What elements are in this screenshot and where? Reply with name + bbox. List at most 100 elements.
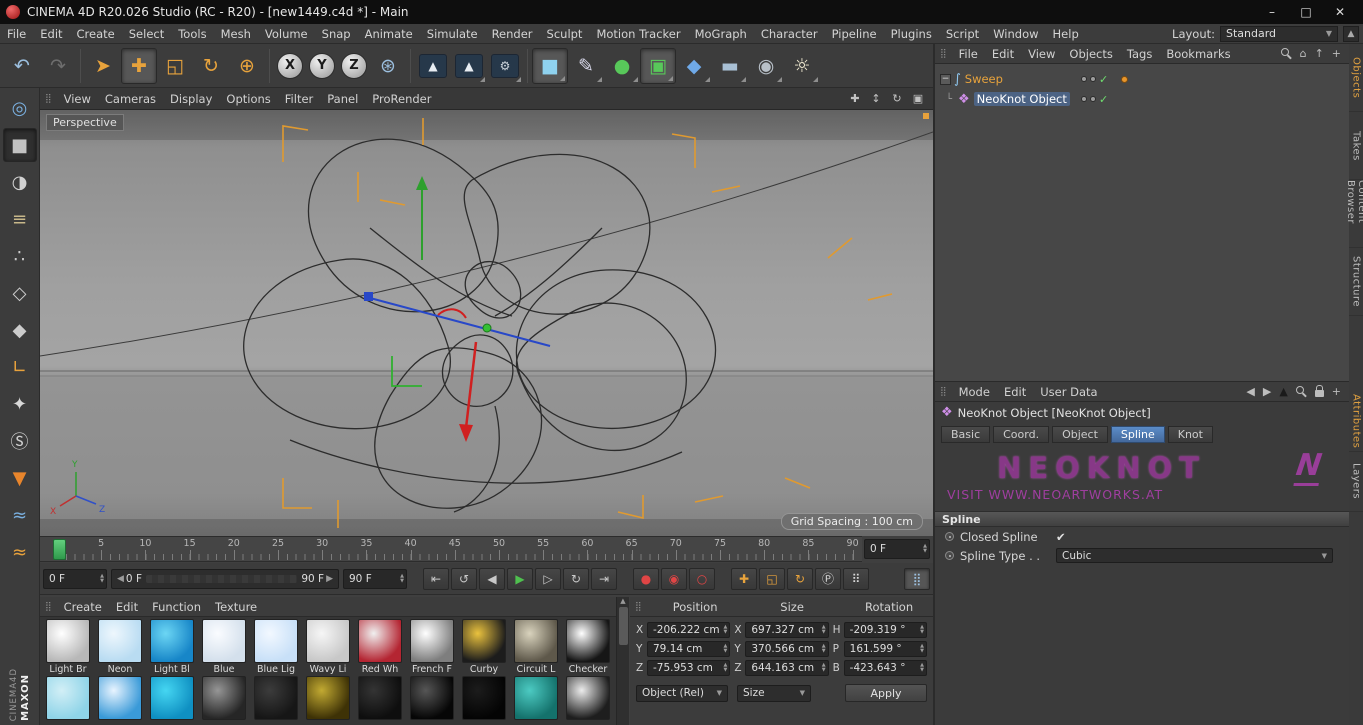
viewport-menu-item[interactable]: Cameras: [98, 88, 163, 109]
attribute-menu-item[interactable]: Edit: [997, 382, 1033, 401]
maximize-button[interactable]: □: [1289, 0, 1323, 24]
key-rotation-toggle[interactable]: ↻: [787, 568, 813, 590]
add-panel-icon[interactable]: +: [1332, 48, 1341, 59]
size-mode-select[interactable]: Size▼: [737, 685, 811, 702]
polygons-mode-icon[interactable]: ◆: [3, 313, 37, 347]
z-axis-lock[interactable]: Z: [341, 53, 367, 79]
closed-spline-checkbox[interactable]: ✔: [1056, 530, 1066, 544]
make-editable-icon[interactable]: ◎: [3, 91, 37, 125]
viewport-menu-item[interactable]: View: [57, 88, 98, 109]
spinner-arrows[interactable]: ▲▼: [820, 625, 826, 635]
render-to-picture-viewer-button[interactable]: ▲: [451, 48, 487, 84]
redo-button[interactable]: ↷: [40, 48, 76, 84]
viewport-menu-item[interactable]: Panel: [320, 88, 365, 109]
render-visibility-dot[interactable]: [1090, 76, 1096, 82]
coordinate-system-toggle[interactable]: ⊛: [370, 48, 406, 84]
parameter-dot-icon[interactable]: [945, 532, 954, 541]
enabled-check-icon[interactable]: ✓: [1099, 73, 1108, 86]
material-item[interactable]: Curby: [458, 619, 510, 676]
material-item[interactable]: Wavy Li: [302, 619, 354, 676]
panel-drag-handle-icon[interactable]: ⣿: [40, 94, 57, 104]
menu-item[interactable]: Mesh: [214, 24, 258, 43]
spline-section-header[interactable]: Spline: [935, 511, 1349, 527]
pin-icon[interactable]: ▲: [1279, 386, 1287, 397]
spinner-arrows[interactable]: ▲▼: [918, 644, 924, 654]
material-item[interactable]: [42, 676, 94, 720]
menu-item[interactable]: Motion Tracker: [589, 24, 687, 43]
menu-item[interactable]: Animate: [358, 24, 420, 43]
record-keyframe-button[interactable]: ●: [633, 568, 659, 590]
editor-visibility-dot[interactable]: [1081, 96, 1087, 102]
render-settings-button[interactable]: ⚙: [487, 48, 523, 84]
menu-item[interactable]: Sculpt: [540, 24, 590, 43]
manager-tab[interactable]: Structure: [1349, 248, 1363, 316]
menu-item[interactable]: Select: [122, 24, 171, 43]
add-light-button[interactable]: ☼: [784, 48, 820, 84]
viewport-menu-item[interactable]: Options: [219, 88, 277, 109]
add-deformer-button[interactable]: ◆: [676, 48, 712, 84]
object-label[interactable]: Sweep: [965, 72, 1003, 86]
camera-view-label[interactable]: Perspective: [46, 114, 124, 131]
menu-item[interactable]: Snap: [315, 24, 358, 43]
live-selection-tool[interactable]: ➤: [85, 48, 121, 84]
menu-item[interactable]: Tools: [171, 24, 213, 43]
attribute-tab[interactable]: Object: [1052, 426, 1108, 443]
y-axis-lock[interactable]: Y: [309, 53, 335, 79]
menu-item[interactable]: Character: [754, 24, 825, 43]
material-item[interactable]: [302, 676, 354, 720]
key-parameter-toggle[interactable]: Ⓟ: [815, 568, 841, 590]
object-manager-menu-item[interactable]: Bookmarks: [1159, 44, 1237, 63]
spinner-arrows[interactable]: ▲▼: [721, 663, 727, 673]
spinner-arrows[interactable]: ▲▼: [98, 574, 104, 584]
workplane-mode-icon[interactable]: ≡: [3, 202, 37, 236]
timeline-current-frame[interactable]: 0 F ▲▼: [864, 539, 930, 559]
model-mode-icon[interactable]: ■: [3, 128, 37, 162]
menu-item[interactable]: Plugins: [884, 24, 939, 43]
coordinate-value-input[interactable]: -423.643 ° ▲▼: [844, 660, 927, 676]
material-item[interactable]: [198, 676, 250, 720]
material-menu-item[interactable]: Function: [145, 597, 208, 616]
menu-item[interactable]: Pipeline: [825, 24, 884, 43]
viewport-menu-item[interactable]: Filter: [278, 88, 320, 109]
visibility-toggles[interactable]: ✓: [1081, 73, 1108, 86]
menu-item[interactable]: Window: [986, 24, 1045, 43]
material-scrollbar[interactable]: ▲: [616, 597, 629, 725]
scrollbar-thumb[interactable]: [619, 607, 628, 645]
panel-drag-handle-icon[interactable]: ⣿: [935, 387, 952, 397]
render-visibility-dot[interactable]: [1090, 96, 1096, 102]
coordinate-value-input[interactable]: 161.599 ° ▲▼: [844, 641, 927, 657]
menu-item[interactable]: Edit: [33, 24, 69, 43]
manager-tab[interactable]: Objects: [1349, 44, 1363, 112]
play-button[interactable]: ▶: [507, 568, 533, 590]
add-instance-button[interactable]: ▣: [640, 48, 676, 84]
viewport-menu-item[interactable]: ProRender: [365, 88, 438, 109]
material-item[interactable]: [94, 676, 146, 720]
spinner-arrows[interactable]: ▲▼: [918, 625, 924, 635]
coordinate-value-input[interactable]: -209.319 ° ▲▼: [844, 622, 927, 638]
panel-drag-handle-icon[interactable]: ⣿: [630, 602, 647, 612]
panel-drag-handle-icon[interactable]: ⣿: [935, 49, 952, 59]
add-cube-button[interactable]: ■: [532, 48, 568, 84]
frame-range-slider[interactable]: ◀ 0 F 90 F ▶: [111, 569, 339, 589]
key-position-toggle[interactable]: ✚: [731, 568, 757, 590]
menu-item[interactable]: File: [0, 24, 33, 43]
coordinate-value-input[interactable]: 79.14 cm ▲▼: [647, 641, 730, 657]
coordinate-value-input[interactable]: 644.163 cm ▲▼: [745, 660, 828, 676]
paint-icon[interactable]: ▼: [3, 461, 37, 495]
points-mode-icon[interactable]: ∴: [3, 239, 37, 273]
layout-select[interactable]: Standard ▼: [1220, 26, 1338, 42]
spinner-arrows[interactable]: ▲▼: [398, 574, 404, 584]
home-icon[interactable]: ⌂: [1300, 48, 1307, 59]
material-item[interactable]: [562, 676, 614, 720]
rotate-view-button[interactable]: ↻: [888, 91, 906, 107]
object-manager-menu-item[interactable]: Objects: [1062, 44, 1119, 63]
spinner-arrows[interactable]: ▲▼: [721, 644, 727, 654]
end-frame-input[interactable]: 90 F▲▼: [343, 569, 407, 589]
texture-mode-icon[interactable]: ◑: [3, 165, 37, 199]
keyframe-panel-button[interactable]: ⣿: [904, 568, 930, 590]
move-tool[interactable]: ✚: [121, 48, 157, 84]
previous-frame-button[interactable]: ◀: [479, 568, 505, 590]
range-right-arrow-icon[interactable]: ▶: [324, 574, 335, 584]
menu-item[interactable]: Volume: [258, 24, 315, 43]
manager-tab[interactable]: Layers: [1349, 452, 1363, 512]
